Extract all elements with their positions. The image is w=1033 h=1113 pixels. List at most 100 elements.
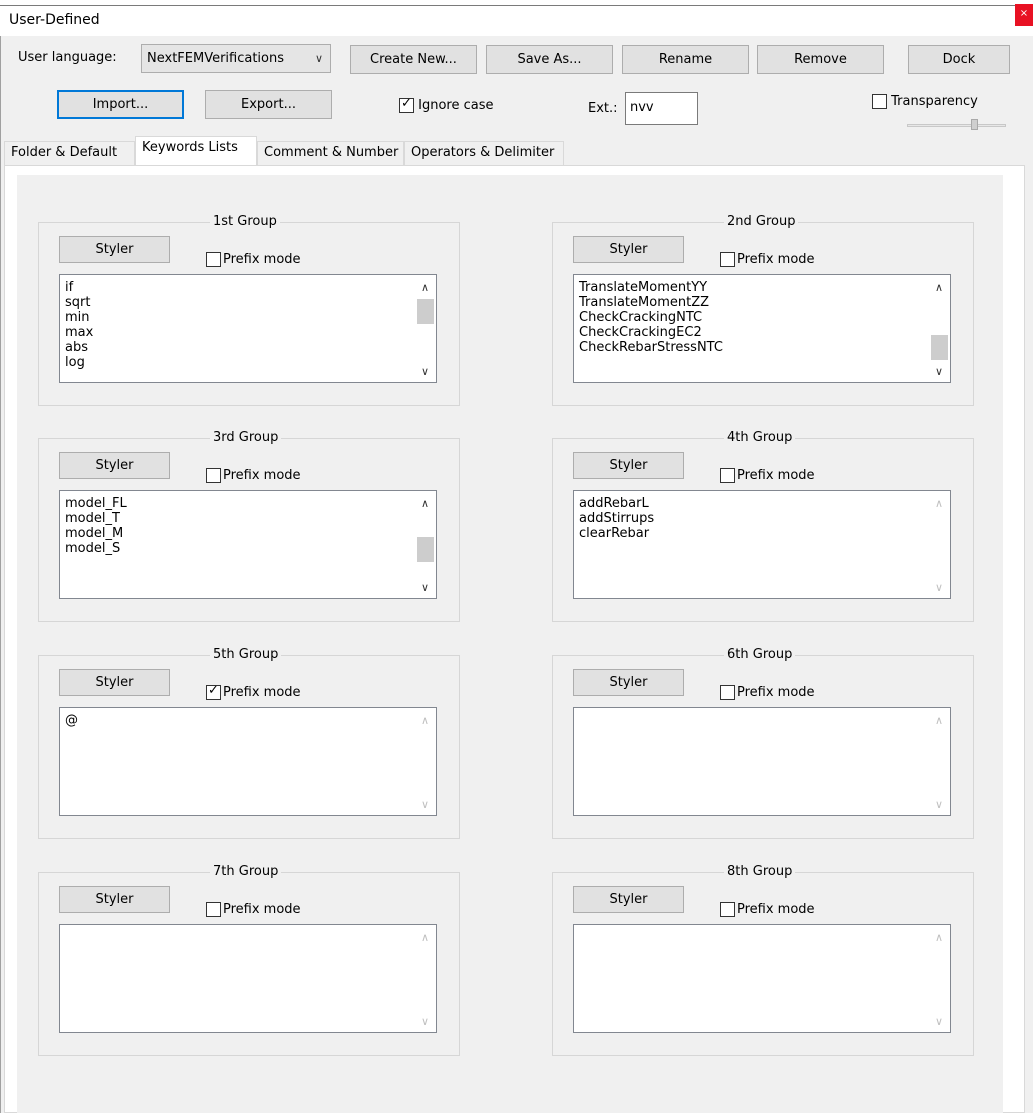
keyword-item[interactable]: @ (65, 713, 78, 728)
list-scrollbar[interactable]: ∧ ∨ (929, 709, 949, 815)
keyword-list[interactable]: @ ∧ ∨ (59, 707, 437, 816)
styler-button[interactable]: Styler (573, 236, 684, 263)
prefix-mode-checkbox[interactable]: Prefix mode (720, 252, 815, 267)
keyword-item[interactable]: sqrt (65, 295, 93, 310)
keyword-item[interactable]: model_T (65, 511, 127, 526)
export-button[interactable]: Export... (205, 90, 332, 119)
scroll-up-icon[interactable]: ∧ (415, 496, 435, 511)
keyword-item[interactable]: log (65, 355, 93, 370)
rename-button[interactable]: Rename (622, 45, 749, 74)
keyword-item[interactable]: abs (65, 340, 93, 355)
tab-folder-default[interactable]: Folder & Default (4, 141, 135, 165)
close-button[interactable]: × (1015, 4, 1033, 26)
scroll-down-icon[interactable]: ∨ (929, 580, 949, 595)
scroll-down-icon[interactable]: ∨ (929, 1014, 949, 1029)
prefix-mode-checkbox[interactable]: Prefix mode (206, 468, 301, 483)
keyword-item[interactable]: TranslateMomentYY (579, 280, 723, 295)
create-new-button[interactable]: Create New... (350, 45, 477, 74)
list-scrollbar[interactable]: ∧ ∨ (415, 276, 435, 382)
prefix-mode-label: Prefix mode (223, 468, 301, 483)
keyword-list[interactable]: TranslateMomentYY TranslateMomentZZ CheckC… (573, 274, 951, 383)
list-scrollbar[interactable]: ∧ ∨ (415, 709, 435, 815)
list-scrollbar[interactable]: ∧ ∨ (415, 492, 435, 598)
checkbox-box (720, 252, 735, 267)
styler-button[interactable]: Styler (59, 236, 170, 263)
scroll-down-icon[interactable]: ∨ (415, 364, 435, 379)
keyword-list[interactable]: if sqrt min max abs log ∧ ∨ (59, 274, 437, 383)
dock-button[interactable]: Dock (908, 45, 1010, 74)
scroll-down-icon[interactable]: ∨ (415, 797, 435, 812)
user-language-select[interactable]: NextFEMVerifications ∨ (141, 44, 331, 73)
styler-button[interactable]: Styler (59, 669, 170, 696)
transparency-slider-thumb[interactable] (971, 119, 978, 130)
group-title: 7th Group (210, 864, 282, 879)
scroll-up-icon[interactable]: ∧ (929, 280, 949, 295)
scroll-up-icon[interactable]: ∧ (929, 713, 949, 728)
save-as-button[interactable]: Save As... (486, 45, 613, 74)
user-language-label: User language: (18, 50, 117, 65)
transparency-slider-track[interactable] (907, 124, 1006, 127)
ext-field[interactable]: nvv (625, 92, 698, 125)
remove-button[interactable]: Remove (757, 45, 884, 74)
scroll-up-icon[interactable]: ∧ (415, 930, 435, 945)
transparency-checkbox[interactable]: Transparency (872, 94, 978, 109)
styler-button[interactable]: Styler (59, 886, 170, 913)
list-scrollbar[interactable]: ∧ ∨ (929, 492, 949, 598)
keyword-item[interactable]: max (65, 325, 93, 340)
checkbox-box (206, 252, 221, 267)
prefix-mode-checkbox[interactable]: Prefix mode (720, 685, 815, 700)
keyword-item[interactable]: CheckRebarStressNTC (579, 340, 723, 355)
tab-keywords-lists[interactable]: Keywords Lists (135, 136, 257, 165)
keyword-item[interactable]: model_S (65, 541, 127, 556)
checkbox-box: ✓ (399, 96, 414, 113)
keyword-item[interactable]: CheckCrackingEC2 (579, 325, 723, 340)
keyword-list[interactable]: model_FL model_T model_M model_S ∧ ∨ (59, 490, 437, 599)
group-title: 2nd Group (724, 214, 799, 229)
checkbox-box (206, 902, 221, 917)
scroll-up-icon[interactable]: ∧ (415, 713, 435, 728)
keyword-list[interactable]: ∧ ∨ (59, 924, 437, 1033)
styler-button[interactable]: Styler (573, 452, 684, 479)
keyword-list[interactable]: ∧ ∨ (573, 707, 951, 816)
scroll-up-icon[interactable]: ∧ (929, 930, 949, 945)
keyword-item[interactable]: min (65, 310, 93, 325)
list-scrollbar[interactable]: ∧ ∨ (929, 276, 949, 382)
prefix-mode-checkbox[interactable]: ✓ Prefix mode (206, 683, 301, 700)
styler-button[interactable]: Styler (573, 669, 684, 696)
keyword-item[interactable]: CheckCrackingNTC (579, 310, 723, 325)
group-title: 5th Group (210, 647, 282, 662)
keyword-list[interactable]: addRebarL addStirrups clearRebar ∧ ∨ (573, 490, 951, 599)
scroll-thumb[interactable] (417, 537, 434, 563)
scroll-up-icon[interactable]: ∧ (929, 496, 949, 511)
prefix-mode-checkbox[interactable]: Prefix mode (206, 252, 301, 267)
scroll-down-icon[interactable]: ∨ (929, 797, 949, 812)
scroll-thumb[interactable] (417, 299, 434, 325)
scroll-down-icon[interactable]: ∨ (415, 580, 435, 595)
list-scrollbar[interactable]: ∧ ∨ (415, 926, 435, 1032)
group-title: 6th Group (724, 647, 796, 662)
styler-button[interactable]: Styler (573, 886, 684, 913)
prefix-mode-label: Prefix mode (737, 468, 815, 483)
keyword-item[interactable]: addRebarL (579, 496, 654, 511)
keyword-item[interactable]: if (65, 280, 93, 295)
keyword-list[interactable]: ∧ ∨ (573, 924, 951, 1033)
prefix-mode-checkbox[interactable]: Prefix mode (206, 902, 301, 917)
prefix-mode-checkbox[interactable]: Prefix mode (720, 468, 815, 483)
scroll-up-icon[interactable]: ∧ (415, 280, 435, 295)
list-scrollbar[interactable]: ∧ ∨ (929, 926, 949, 1032)
keyword-item[interactable]: clearRebar (579, 526, 654, 541)
import-button[interactable]: Import... (57, 90, 184, 119)
prefix-mode-checkbox[interactable]: Prefix mode (720, 902, 815, 917)
scroll-down-icon[interactable]: ∨ (415, 1014, 435, 1029)
styler-button[interactable]: Styler (59, 452, 170, 479)
scroll-down-icon[interactable]: ∨ (929, 364, 949, 379)
tab-comment-number[interactable]: Comment & Number (257, 141, 404, 165)
ignore-case-checkbox[interactable]: ✓ Ignore case (399, 96, 494, 113)
keyword-item[interactable]: TranslateMomentZZ (579, 295, 723, 310)
tab-operators-delimiter[interactable]: Operators & Delimiter (404, 141, 564, 165)
keyword-item[interactable]: addStirrups (579, 511, 654, 526)
keyword-item[interactable]: model_FL (65, 496, 127, 511)
scroll-thumb[interactable] (931, 334, 948, 360)
checkbox-box (206, 468, 221, 483)
keyword-item[interactable]: model_M (65, 526, 127, 541)
